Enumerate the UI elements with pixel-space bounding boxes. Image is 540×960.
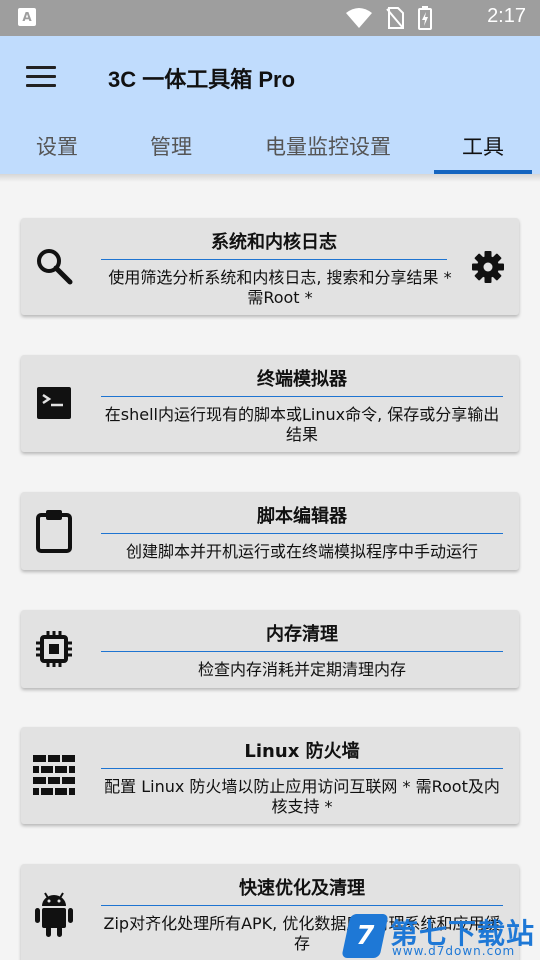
watermark-url: www.d7down.com xyxy=(392,944,516,958)
status-icons xyxy=(346,6,432,30)
status-time: 2:17 xyxy=(487,5,526,27)
wifi-icon xyxy=(346,8,372,28)
status-bar: A 2:17 xyxy=(0,0,540,36)
divider-shadow xyxy=(0,174,540,182)
card-system-kernel-log[interactable]: 系统和内核日志 使用筛选分析系统和内核日志, 搜索和分享结果 * 需Root * xyxy=(21,218,519,315)
battery-charging-icon xyxy=(418,6,432,30)
app-bar: 3C 一体工具箱 Pro xyxy=(0,36,540,120)
card-divider xyxy=(101,259,447,260)
watermark-badge: 7 xyxy=(341,914,389,958)
tab-tools[interactable]: 工具 xyxy=(434,120,532,174)
android-icon xyxy=(33,890,75,938)
card-title: 快速优化及清理 xyxy=(239,878,365,899)
card-description: 在shell内运行现有的脚本或Linux命令, 保存或分享输出结果 xyxy=(104,405,500,444)
card-title: 脚本编辑器 xyxy=(257,506,347,527)
app-title: 3C 一体工具箱 Pro xyxy=(108,67,296,92)
card-title: 终端模拟器 xyxy=(257,369,347,390)
tab-manage[interactable]: 管理 xyxy=(114,120,228,174)
gear-icon[interactable] xyxy=(471,250,505,284)
card-divider xyxy=(101,533,503,534)
notification-a-icon: A xyxy=(18,8,36,26)
card-description: 配置 Linux 防火墙以防止应用访问互联网 * 需Root及内核支持 * xyxy=(104,777,500,816)
watermark-logo: 7 第七下载站 www.d7down.com xyxy=(340,910,540,960)
card-divider xyxy=(101,396,503,397)
no-sim-icon xyxy=(386,7,404,29)
card-memory-cleaner[interactable]: 内存清理 检查内存消耗并定期清理内存 xyxy=(21,610,519,688)
card-title: Linux 防火墙 xyxy=(244,741,360,762)
card-divider xyxy=(101,651,503,652)
tab-battery-monitor[interactable]: 电量监控设置 xyxy=(228,120,428,174)
card-description: 检查内存消耗并定期清理内存 xyxy=(197,660,406,679)
card-divider xyxy=(101,768,503,769)
card-description: 使用筛选分析系统和内核日志, 搜索和分享结果 * 需Root * xyxy=(108,268,452,307)
tab-settings[interactable]: 设置 xyxy=(0,120,114,174)
card-description: 创建脚本并开机运行或在终端模拟程序中手动运行 xyxy=(125,542,478,561)
card-script-editor[interactable]: 脚本编辑器 创建脚本并开机运行或在终端模拟程序中手动运行 xyxy=(21,492,519,570)
card-linux-firewall[interactable]: Linux 防火墙 配置 Linux 防火墙以防止应用访问互联网 * 需Root… xyxy=(21,727,519,824)
card-title: 内存清理 xyxy=(266,624,338,645)
tab-bar: 设置 管理 电量监控设置 工具 xyxy=(0,120,540,174)
brick-wall-icon xyxy=(33,754,75,796)
card-title: 系统和内核日志 xyxy=(211,232,337,253)
clipboard-icon xyxy=(33,510,75,553)
search-icon xyxy=(33,245,75,287)
card-divider xyxy=(101,905,503,906)
terminal-icon xyxy=(33,382,75,424)
card-terminal-emulator[interactable]: 终端模拟器 在shell内运行现有的脚本或Linux命令, 保存或分享输出结果 xyxy=(21,355,519,452)
chip-icon xyxy=(33,628,75,670)
hamburger-menu-icon[interactable] xyxy=(26,66,56,90)
